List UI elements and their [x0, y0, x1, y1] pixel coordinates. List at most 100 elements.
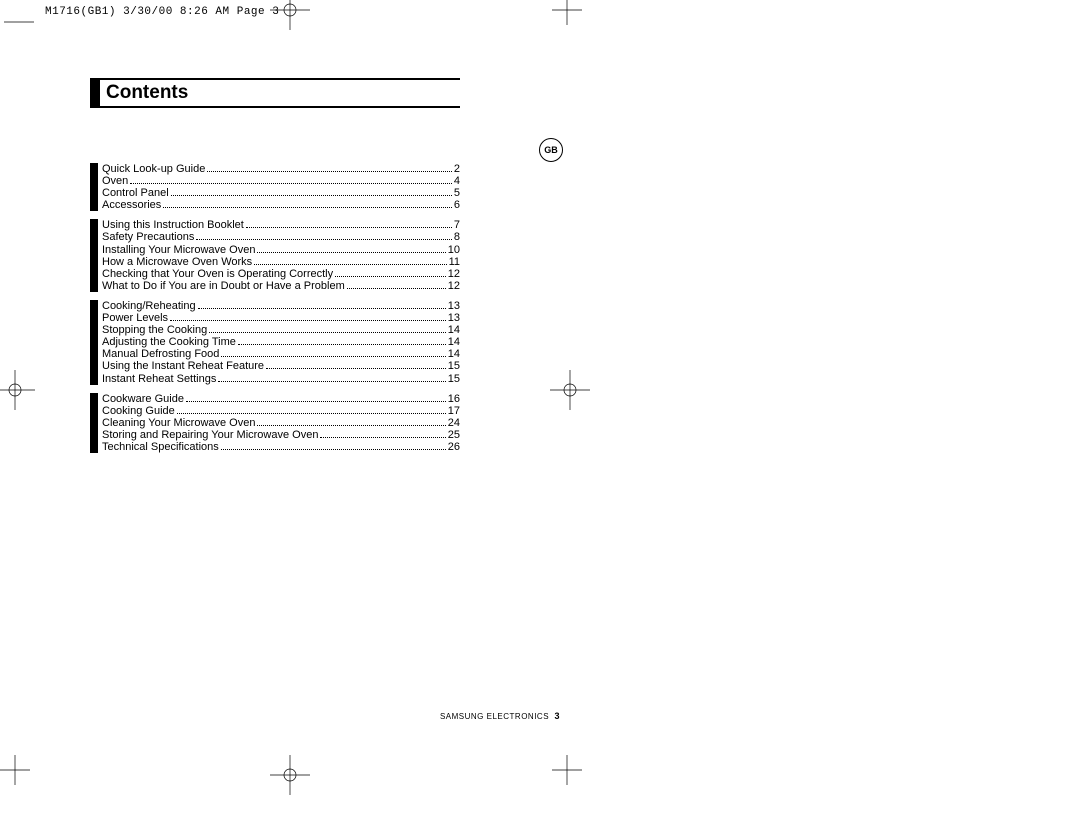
group-entries: Cookware Guide 16Cooking Guide 17Cleanin…	[102, 393, 460, 453]
toc-page: 14	[448, 348, 460, 360]
toc-page: 11	[449, 256, 460, 268]
toc-leader	[209, 324, 446, 333]
toc-leader	[186, 393, 446, 402]
toc-leader	[198, 300, 446, 309]
toc-label: How a Microwave Oven Works	[102, 256, 252, 268]
toc-row: Technical Specifications 26	[102, 441, 460, 453]
toc-page: 5	[454, 187, 460, 199]
toc-leader	[171, 188, 452, 197]
toc-label: Cookware Guide	[102, 393, 184, 405]
toc-page: 2	[454, 163, 460, 175]
crop-mark-bl	[0, 755, 30, 785]
toc-label: What to Do if You are in Doubt or Have a…	[102, 280, 345, 292]
toc-label: Technical Specifications	[102, 441, 219, 453]
crop-tick-tl	[4, 18, 34, 26]
footer-company: SAMSUNG ELECTRONICS	[440, 712, 549, 721]
toc-row: Cleaning Your Microwave Oven 24	[102, 417, 460, 429]
toc-row: Storing and Repairing Your Microwave Ove…	[102, 429, 460, 441]
toc-row: Cookware Guide 16	[102, 393, 460, 405]
toc-leader	[221, 349, 445, 358]
toc-row: Accessories 6	[102, 199, 460, 211]
toc-leader	[170, 312, 446, 321]
toc-row: Checking that Your Oven is Operating Cor…	[102, 268, 460, 280]
toc-row: Power Levels 13	[102, 312, 460, 324]
toc-row: Quick Look-up Guide 2	[102, 163, 460, 175]
toc-page: 13	[448, 312, 460, 324]
footer-page-number: 3	[554, 711, 560, 721]
toc-label: Stopping the Cooking	[102, 324, 207, 336]
toc-page: 13	[448, 300, 460, 312]
crop-mark-top-corner	[552, 0, 582, 25]
toc-page: 15	[448, 373, 460, 385]
group-entries: Cooking/Reheating 13Power Levels 13Stopp…	[102, 300, 460, 385]
crop-mark-br	[552, 755, 582, 785]
toc-page: 10	[448, 244, 460, 256]
group-accent	[90, 300, 98, 385]
toc-label: Power Levels	[102, 312, 168, 324]
toc-label: Control Panel	[102, 187, 169, 199]
toc-row: Cooking/Reheating 13	[102, 300, 460, 312]
toc-leader	[196, 232, 452, 241]
toc-page: 14	[448, 324, 460, 336]
toc-leader	[207, 163, 452, 172]
toc-leader	[177, 405, 446, 414]
toc-leader	[163, 200, 452, 209]
toc-row: Instant Reheat Settings 15	[102, 373, 460, 385]
toc-label: Manual Defrosting Food	[102, 348, 219, 360]
toc-group: Cooking/Reheating 13Power Levels 13Stopp…	[90, 300, 460, 385]
toc-page: 15	[448, 360, 460, 372]
toc-group: Quick Look-up Guide 2Oven 4Control Panel…	[90, 163, 460, 211]
toc-leader	[347, 280, 446, 289]
table-of-contents: Quick Look-up Guide 2Oven 4Control Panel…	[90, 163, 460, 461]
toc-label: Storing and Repairing Your Microwave Ove…	[102, 429, 318, 441]
toc-label: Cooking/Reheating	[102, 300, 196, 312]
toc-label: Oven	[102, 175, 128, 187]
group-accent	[90, 219, 98, 292]
toc-page: 14	[448, 336, 460, 348]
toc-row: Control Panel 5	[102, 187, 460, 199]
group-entries: Quick Look-up Guide 2Oven 4Control Panel…	[102, 163, 460, 211]
page-footer: SAMSUNG ELECTRONICS 3	[90, 711, 560, 721]
toc-leader	[257, 244, 445, 253]
toc-label: Accessories	[102, 199, 161, 211]
toc-label: Using this Instruction Booklet	[102, 219, 244, 231]
group-accent	[90, 393, 98, 453]
toc-leader	[254, 256, 446, 265]
crop-mark-bottom	[270, 755, 310, 795]
toc-page: 24	[448, 417, 460, 429]
crop-mark-left	[0, 370, 35, 410]
toc-page: 4	[454, 175, 460, 187]
toc-leader	[246, 220, 452, 229]
toc-row: Installing Your Microwave Oven 10	[102, 244, 460, 256]
toc-leader	[221, 441, 446, 450]
toc-page: 12	[448, 268, 460, 280]
toc-leader	[266, 361, 446, 370]
toc-label: Cooking Guide	[102, 405, 175, 417]
toc-label: Using the Instant Reheat Feature	[102, 360, 264, 372]
toc-page: 8	[454, 231, 460, 243]
toc-page: 6	[454, 199, 460, 211]
toc-label: Safety Precautions	[102, 231, 194, 243]
toc-page: 26	[448, 441, 460, 453]
crop-mark-right	[550, 370, 590, 410]
group-accent	[90, 163, 98, 211]
toc-row: Oven 4	[102, 175, 460, 187]
toc-page: 25	[448, 429, 460, 441]
group-entries: Using this Instruction Booklet 7Safety P…	[102, 219, 460, 292]
print-slug: M1716(GB1) 3/30/00 8:26 AM Page 3	[45, 6, 279, 18]
toc-leader	[130, 175, 452, 184]
toc-label: Installing Your Microwave Oven	[102, 244, 255, 256]
toc-page: 7	[454, 219, 460, 231]
toc-label: Quick Look-up Guide	[102, 163, 205, 175]
toc-row: Using the Instant Reheat Feature 15	[102, 360, 460, 372]
language-badge: GB	[539, 138, 563, 162]
toc-label: Cleaning Your Microwave Oven	[102, 417, 255, 429]
toc-row: Safety Precautions 8	[102, 231, 460, 243]
page-title: Contents	[100, 82, 188, 104]
toc-leader	[218, 373, 445, 382]
toc-leader	[257, 417, 445, 426]
toc-row: Cooking Guide 17	[102, 405, 460, 417]
toc-row: How a Microwave Oven Works 11	[102, 256, 460, 268]
toc-page: 17	[448, 405, 460, 417]
title-bar: Contents	[90, 78, 460, 108]
